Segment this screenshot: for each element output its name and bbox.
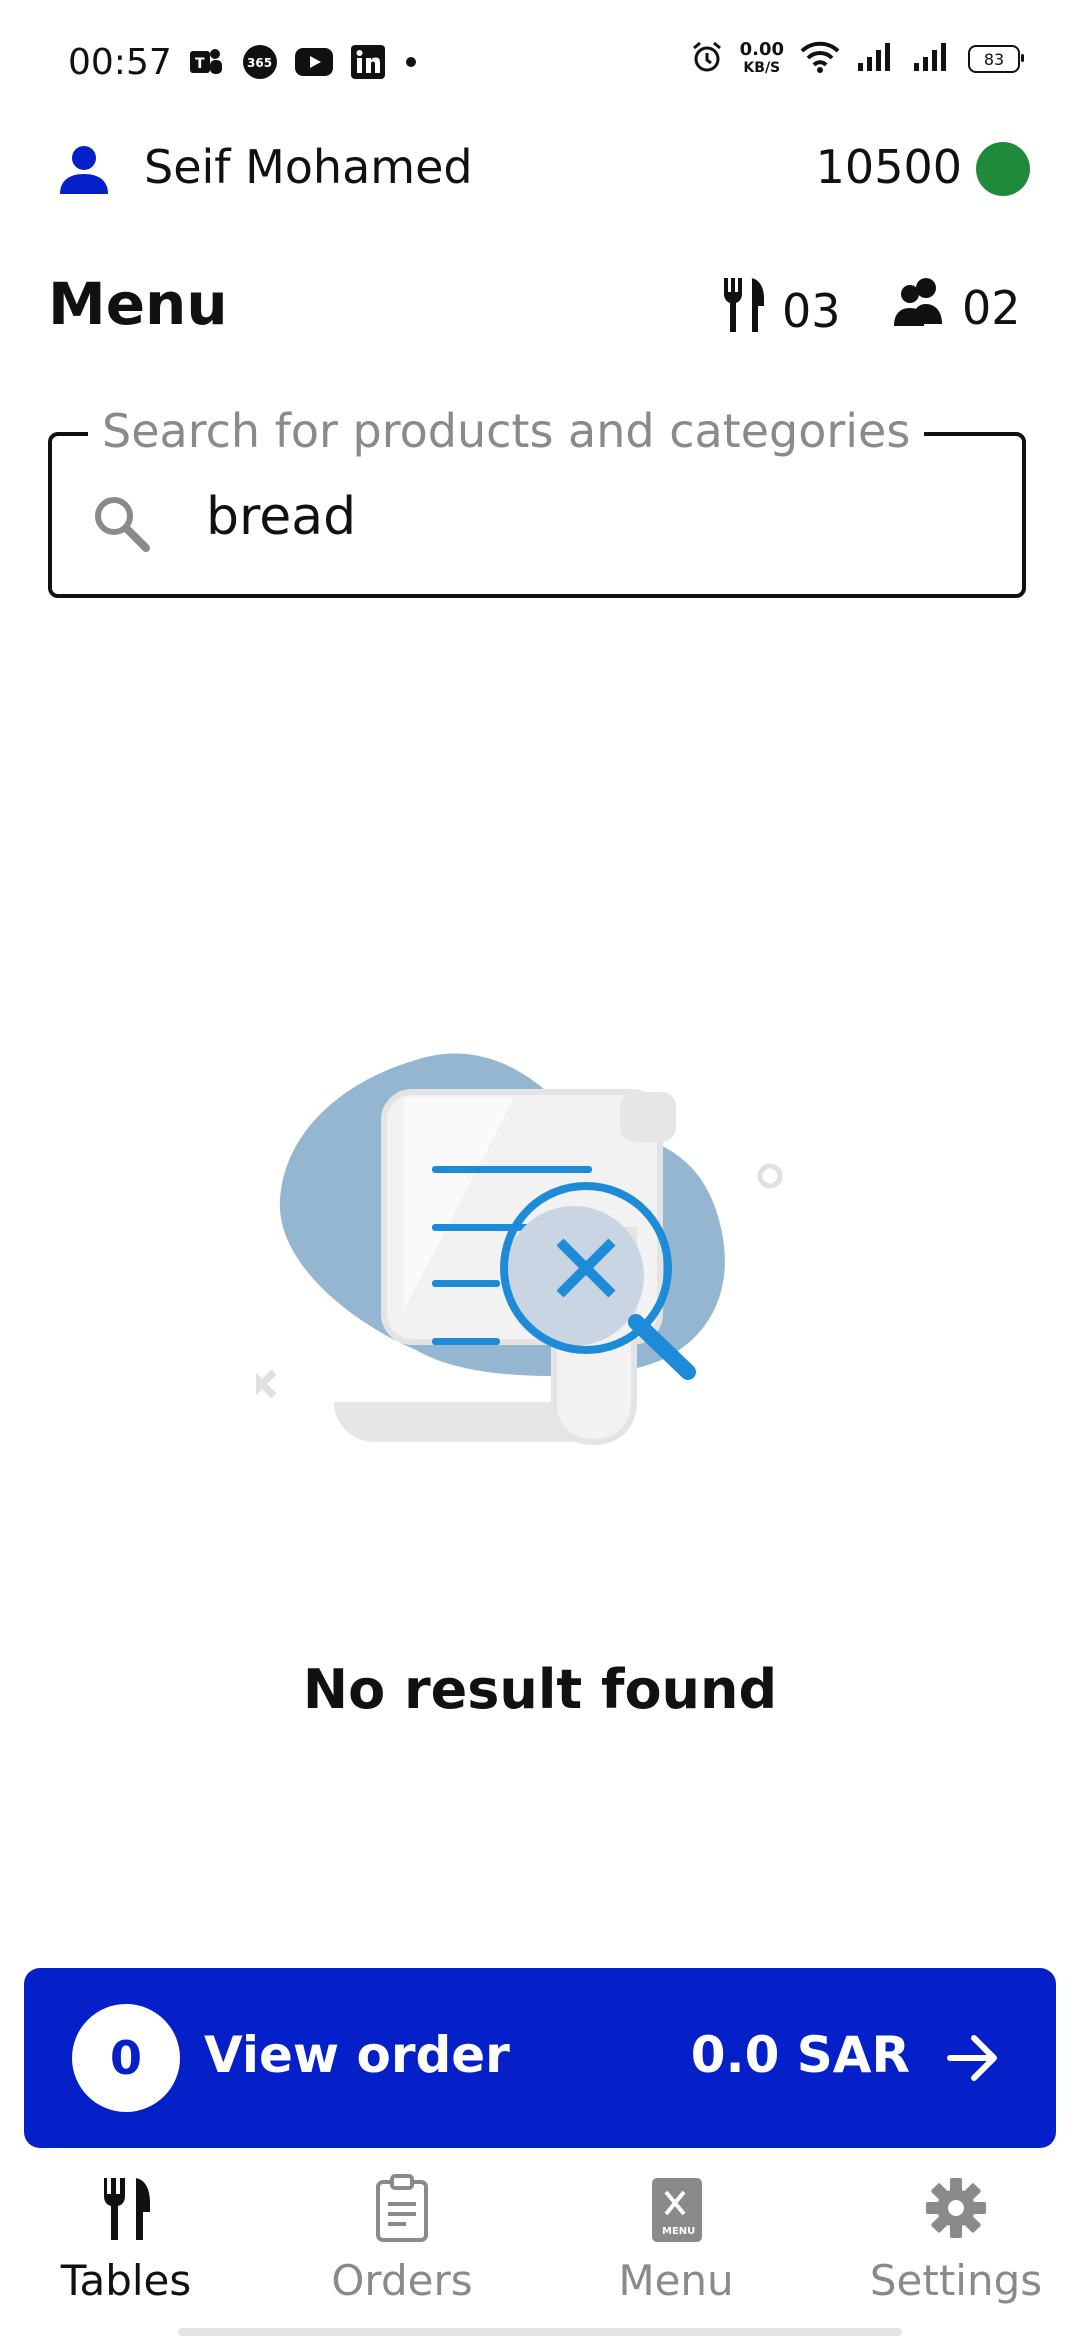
search-icon xyxy=(90,492,154,556)
user-bar: Seif Mohamed 10500 xyxy=(0,130,1080,210)
search-label: Search for products and categories xyxy=(88,404,925,458)
nav-menu-label: Menu xyxy=(618,2256,734,2305)
arrow-right-icon xyxy=(944,2030,1004,2086)
linkedin-icon xyxy=(348,44,388,80)
user-icon[interactable] xyxy=(56,142,112,198)
signal-icon-sim1 xyxy=(856,41,896,77)
youtube-icon xyxy=(294,44,334,80)
nav-tables[interactable]: Tables xyxy=(16,2174,236,2334)
search-field[interactable]: Search for products and categories xyxy=(48,404,1026,598)
cutlery-icon xyxy=(720,276,768,345)
svg-text:T: T xyxy=(195,56,205,72)
tables-counter: 03 xyxy=(720,276,841,345)
svg-text:365: 365 xyxy=(247,56,272,70)
search-input[interactable] xyxy=(204,476,988,558)
teams-icon: T xyxy=(186,44,226,80)
status-time: 00:57 xyxy=(68,42,172,83)
cutlery-icon xyxy=(104,2178,150,2240)
guests-count: 02 xyxy=(962,280,1021,335)
gear-icon xyxy=(926,2178,986,2238)
view-order-button[interactable]: 0 View order 0.0 SAR xyxy=(24,1968,1056,2148)
network-speed: 0.00 KB/S xyxy=(740,41,784,77)
menu-header: Menu 03 02 xyxy=(0,270,1080,350)
user-name: Seif Mohamed xyxy=(144,140,473,194)
no-results-message: No result found xyxy=(302,1658,778,1721)
notification-icons: T 365 xyxy=(186,44,416,80)
system-indicators: 0.00 KB/S 83 xyxy=(690,40,1024,78)
tables-count: 03 xyxy=(782,283,841,338)
nav-settings-label: Settings xyxy=(869,2256,1043,2305)
signal-icon-sim2 xyxy=(912,41,952,77)
more-notifications-dot xyxy=(406,57,416,67)
alarm-icon xyxy=(690,40,724,78)
guests-counter: 02 xyxy=(892,276,1021,339)
battery-indicator: 83 xyxy=(968,45,1024,73)
nav-tables-label: Tables xyxy=(60,2256,192,2305)
view-order-label: View order xyxy=(204,2026,510,2084)
page-title: Menu xyxy=(48,270,228,338)
menu-book-icon: MENU xyxy=(652,2178,702,2242)
nav-menu[interactable]: MENU Menu xyxy=(566,2174,786,2334)
clipboard-icon xyxy=(376,2174,428,2242)
wifi-icon xyxy=(800,41,840,77)
status-bar: 00:57 T 365 0.00 KB/S 83 xyxy=(0,0,1080,130)
home-indicator[interactable] xyxy=(178,2328,902,2336)
nav-settings[interactable]: Settings xyxy=(846,2174,1066,2334)
order-item-count: 0 xyxy=(72,2004,180,2112)
order-total: 0.0 SAR xyxy=(690,2026,910,2084)
nav-orders[interactable]: Orders xyxy=(292,2174,512,2334)
network-speed-unit: KB/S xyxy=(743,60,781,76)
people-icon xyxy=(892,276,948,339)
svg-text:MENU: MENU xyxy=(662,2226,695,2237)
online-status-dot xyxy=(976,142,1030,196)
nav-orders-label: Orders xyxy=(331,2256,473,2305)
user-balance: 10500 xyxy=(815,140,962,194)
no-results-illustration xyxy=(247,1050,816,1520)
bottom-nav: Tables Orders MENU Menu Settings xyxy=(0,2160,1080,2340)
office-365-icon: 365 xyxy=(240,44,280,80)
network-speed-value: 0.00 xyxy=(739,39,784,60)
